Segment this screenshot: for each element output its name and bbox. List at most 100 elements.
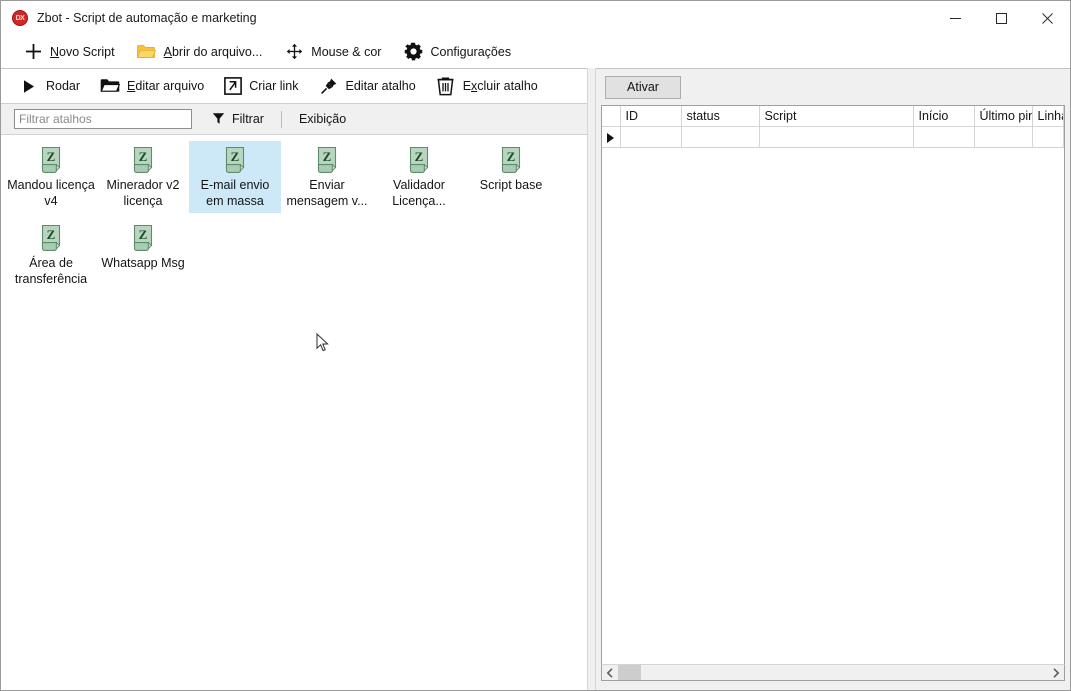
horizontal-scrollbar[interactable] — [601, 664, 1065, 681]
pane-splitter[interactable] — [587, 68, 596, 690]
settings-label: Configurações — [430, 44, 512, 59]
cell-script[interactable] — [759, 126, 914, 148]
title-bar: DX Zbot - Script de automação e marketin… — [1, 1, 1070, 35]
main-toolbar: Novo Script Abrir do arquivo... Mouse & … — [1, 35, 1070, 68]
shortcut-item[interactable]: Z Área de transferência — [5, 219, 97, 291]
zbot-script-icon: Z — [128, 223, 158, 253]
filter-input[interactable] — [14, 109, 192, 129]
new-script-label: Novo Script — [50, 44, 115, 59]
scroll-track[interactable] — [618, 665, 1048, 680]
column-header-script[interactable]: Script — [759, 106, 914, 127]
view-button[interactable]: Exibição — [296, 112, 349, 126]
zbot-script-icon: Z — [220, 145, 250, 175]
chevron-right-icon — [1053, 667, 1060, 678]
shortcut-item[interactable]: Z Enviar mensagem v... — [281, 141, 373, 213]
mouse-color-button[interactable]: Mouse & cor — [284, 38, 381, 65]
shortcut-label: Minerador v2 licença — [106, 178, 180, 208]
trash-icon — [436, 76, 456, 96]
settings-button[interactable]: Configurações — [403, 38, 511, 65]
folder-icon — [100, 76, 121, 96]
zbot-script-icon: Z — [496, 145, 526, 175]
cell-ultimo-ping[interactable] — [974, 126, 1033, 148]
instances-table: ID status Script Início Último ping Linh… — [602, 106, 1064, 148]
shortcut-item[interactable]: Z E-mail envio em massa — [189, 141, 281, 213]
filter-bar: Filtrar Exibição — [1, 104, 587, 135]
filter-label: Filtrar — [232, 112, 264, 126]
new-script-button[interactable]: Novo Script — [23, 38, 115, 65]
scroll-right-button[interactable] — [1048, 665, 1064, 680]
zbot-script-icon: Z — [36, 223, 66, 253]
column-header-status[interactable]: status — [681, 106, 760, 127]
delete-shortcut-button[interactable]: Excluir atalho — [436, 73, 538, 100]
gear-icon — [403, 42, 423, 62]
create-link-button[interactable]: Criar link — [224, 73, 299, 100]
delete-shortcut-label: Excluir atalho — [462, 79, 538, 93]
mouse-color-label: Mouse & cor — [311, 44, 382, 59]
svg-text:Z: Z — [47, 149, 56, 164]
instances-toolbar: Ativar — [596, 69, 1070, 105]
cell-linha[interactable] — [1032, 126, 1064, 148]
pane-bottom-padding — [596, 681, 1070, 690]
edit-shortcut-label: Editar atalho — [345, 79, 416, 93]
row-header-corner — [602, 106, 621, 127]
edit-file-label: Editar arquivo — [127, 79, 205, 93]
window-title: Zbot - Script de automação e marketing — [37, 11, 257, 25]
minimize-icon — [949, 17, 961, 19]
pin-icon — [319, 76, 339, 96]
shortcuts-grid: Z Mandou licença v4 Z Minerador v2 licença Z… — [1, 135, 587, 690]
column-header-ultimo-ping[interactable]: Último ping — [974, 106, 1033, 127]
shortcut-toolbar: Rodar Editar arquivo Criar link Editar a… — [1, 69, 587, 104]
shortcut-item[interactable]: Z Mandou licença v4 — [5, 141, 97, 213]
open-file-button[interactable]: Abrir do arquivo... — [137, 38, 263, 65]
shortcut-item[interactable]: Z Validador Licença... — [373, 141, 465, 213]
svg-text:Z: Z — [139, 227, 148, 242]
maximize-button[interactable] — [978, 1, 1024, 35]
move-crosshair-icon — [284, 42, 304, 62]
svg-text:Z: Z — [323, 149, 332, 164]
filter-button[interactable]: Filtrar — [208, 108, 268, 130]
scroll-left-button[interactable] — [602, 665, 618, 680]
run-label: Rodar — [46, 79, 81, 93]
svg-text:Z: Z — [139, 149, 148, 164]
shortcut-label: E-mail envio em massa — [200, 178, 270, 208]
shortcut-item[interactable]: Z Script base — [465, 141, 557, 213]
scroll-thumb[interactable] — [618, 665, 641, 680]
svg-text:Z: Z — [507, 149, 516, 164]
funnel-icon — [212, 112, 226, 126]
activate-button[interactable]: Ativar — [605, 75, 681, 99]
open-file-label: Abrir do arquivo... — [163, 44, 263, 59]
shortcut-label: Script base — [479, 178, 543, 192]
edit-file-button[interactable]: Editar arquivo — [100, 73, 204, 100]
shortcut-item[interactable]: Z Whatsapp Msg — [97, 219, 189, 291]
maximize-icon — [995, 12, 1007, 24]
close-icon — [1041, 12, 1053, 24]
table-row[interactable] — [602, 126, 1064, 148]
close-button[interactable] — [1024, 1, 1070, 35]
shortcuts-pane: Rodar Editar arquivo Criar link Editar a… — [1, 68, 587, 690]
run-button[interactable]: Rodar — [19, 73, 80, 100]
shortcut-label: Enviar mensagem v... — [286, 178, 368, 208]
minimize-button[interactable] — [932, 1, 978, 35]
shortcut-label: Whatsapp Msg — [101, 256, 185, 270]
cell-status[interactable] — [681, 126, 760, 148]
instances-pane: Ativar ID status Script Início Último pi… — [596, 68, 1070, 690]
column-header-inicio[interactable]: Início — [913, 106, 975, 127]
table-header-row: ID status Script Início Último ping Linh… — [602, 106, 1064, 127]
window-controls — [932, 1, 1070, 35]
svg-text:Z: Z — [415, 149, 424, 164]
shortcut-label: Mandou licença v4 — [7, 178, 95, 208]
filter-divider — [280, 110, 282, 128]
cell-id[interactable] — [620, 126, 682, 148]
row-selector[interactable] — [602, 126, 621, 148]
plus-icon — [23, 42, 43, 62]
column-header-linha[interactable]: Linha — [1032, 106, 1064, 127]
shortcut-item[interactable]: Z Minerador v2 licença — [97, 141, 189, 213]
table-empty-area — [602, 148, 1064, 664]
app-icon: DX — [12, 10, 28, 26]
svg-text:Z: Z — [231, 149, 240, 164]
edit-shortcut-button[interactable]: Editar atalho — [319, 73, 416, 100]
svg-text:Z: Z — [47, 227, 56, 242]
instances-table-wrap: ID status Script Início Último ping Linh… — [601, 105, 1065, 664]
cell-inicio[interactable] — [913, 126, 975, 148]
column-header-id[interactable]: ID — [620, 106, 682, 127]
